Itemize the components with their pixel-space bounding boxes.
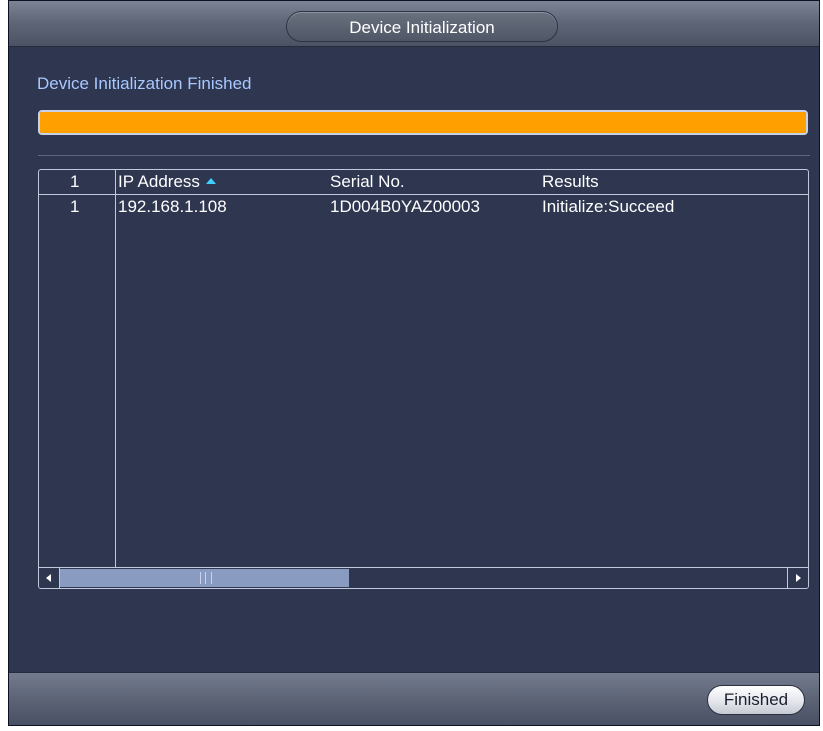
arrow-left-icon <box>46 574 51 582</box>
device-table: 1 IP Address Serial No. Results 1 192.16… <box>38 169 809 589</box>
progress-bar-fill <box>40 112 806 133</box>
dialog-title: Device Initialization <box>286 11 558 42</box>
row-results: Initialize:Succeed <box>542 197 675 216</box>
row-index: 1 <box>70 197 80 216</box>
grip-icon <box>200 572 212 584</box>
header-ip-address[interactable]: IP Address <box>118 170 216 194</box>
progress-bar <box>38 110 808 135</box>
column-separator <box>115 170 116 567</box>
scroll-left-button[interactable] <box>39 568 60 588</box>
header-ip-address-label: IP Address <box>118 172 200 191</box>
header-results[interactable]: Results <box>542 170 599 194</box>
row-serial-no: 1D004B0YAZ00003 <box>330 197 480 216</box>
scroll-right-button[interactable] <box>787 568 808 588</box>
title-bar: Device Initialization <box>9 1 819 47</box>
header-serial-no[interactable]: Serial No. <box>330 170 405 194</box>
arrow-right-icon <box>796 574 801 582</box>
row-ip-address: 192.168.1.108 <box>118 197 227 216</box>
header-index[interactable]: 1 <box>70 170 79 194</box>
finished-button[interactable]: Finished <box>707 685 805 715</box>
dialog-footer: Finished <box>9 672 819 725</box>
scrollbar-thumb[interactable] <box>60 569 349 587</box>
table-row[interactable]: 1 192.168.1.108 1D004B0YAZ00003 Initiali… <box>39 195 808 219</box>
device-initialization-dialog: Device Initialization Device Initializat… <box>8 0 820 726</box>
sort-ascending-icon <box>205 178 216 184</box>
table-header: 1 IP Address Serial No. Results <box>39 170 808 195</box>
divider <box>38 155 810 156</box>
initialization-status: Device Initialization Finished <box>37 74 252 93</box>
horizontal-scrollbar[interactable] <box>39 567 808 588</box>
